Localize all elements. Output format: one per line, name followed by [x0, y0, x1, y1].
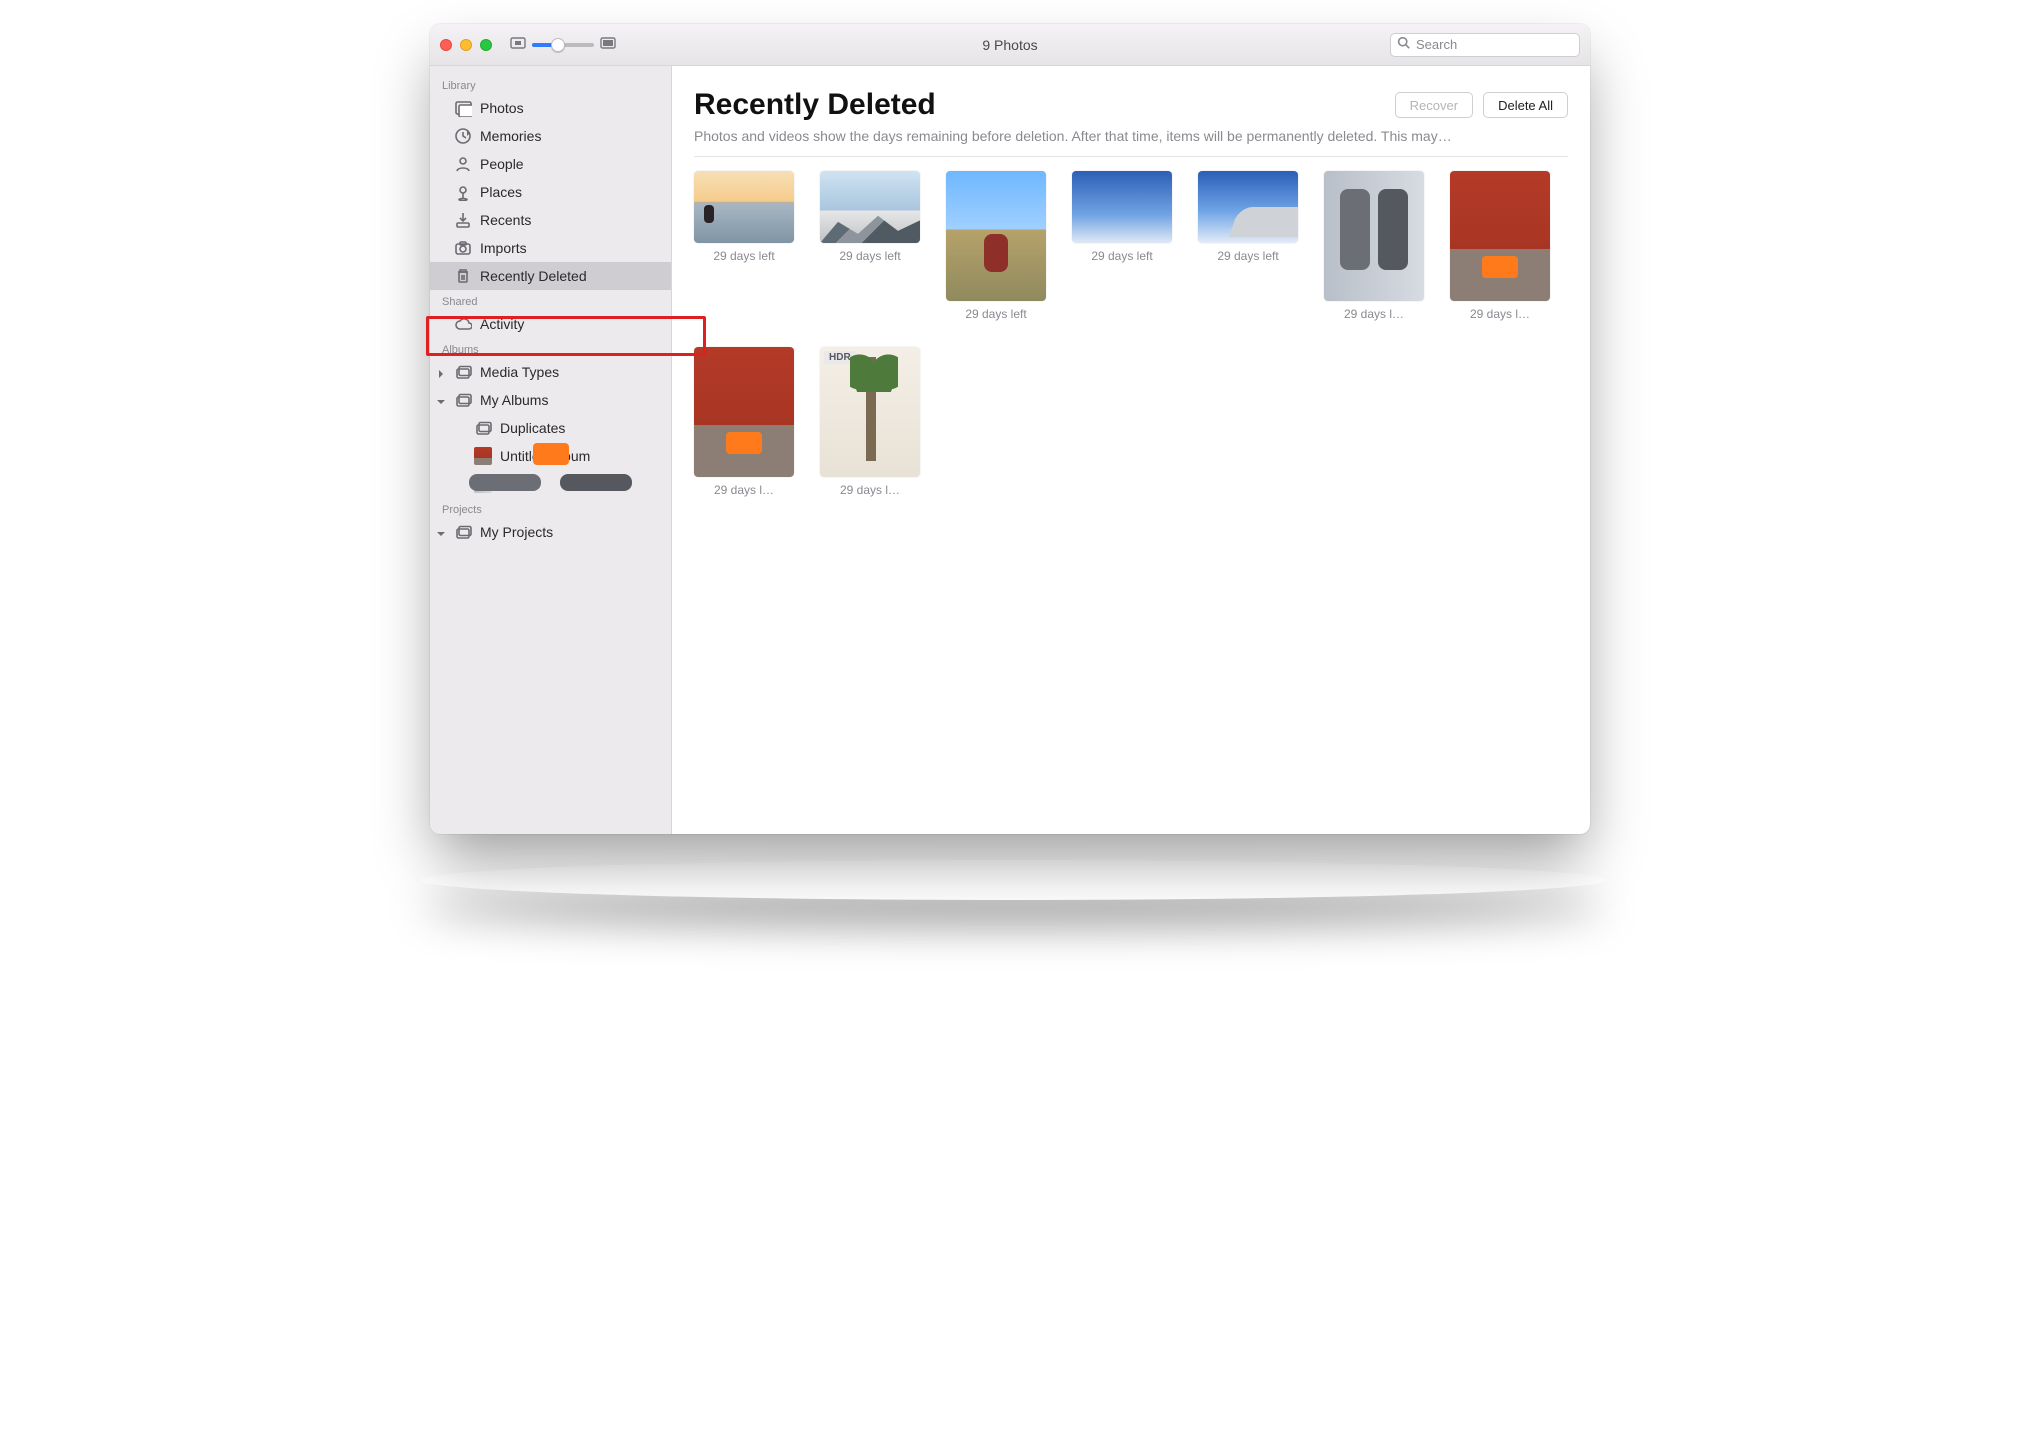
close-window-button[interactable]: [440, 39, 452, 51]
photo-thumbnail[interactable]: [1324, 171, 1424, 301]
zoom-out-icon: [510, 36, 526, 54]
photo-cell[interactable]: 29 days left: [1072, 171, 1172, 321]
sidebar-item-label: My Projects: [480, 524, 553, 540]
sidebar-section-label: Library: [430, 74, 671, 94]
photo-thumbnail[interactable]: [1198, 171, 1298, 243]
delete-all-button[interactable]: Delete All: [1483, 92, 1568, 118]
photo-caption: 29 days left: [713, 249, 774, 263]
photo-cell[interactable]: 29 days l…: [694, 347, 794, 497]
clock-play-icon: [454, 127, 472, 145]
sidebar-item-duplicates[interactable]: Duplicates: [430, 414, 671, 442]
main-content: Recently Deleted Recover Delete All Phot…: [672, 66, 1590, 834]
photo-caption: 29 days l…: [1470, 307, 1530, 321]
page-subtext: Photos and videos show the days remainin…: [694, 128, 1568, 144]
window-controls: [440, 39, 492, 51]
sidebar-section-label: Albums: [430, 338, 671, 358]
fullscreen-window-button[interactable]: [480, 39, 492, 51]
photo-cell[interactable]: 29 days left: [946, 171, 1046, 321]
stack-icon: [454, 391, 472, 409]
camera-icon: [454, 239, 472, 257]
sidebar-item-untitled-album[interactable]: Untitled Album: [430, 442, 671, 470]
app-window: 9 Photos Library Photos Memories People Plac…: [430, 24, 1590, 834]
sidebar-item-recently-deleted[interactable]: Recently Deleted: [430, 262, 671, 290]
sidebar-item-label: My Albums: [480, 392, 548, 408]
photo-cell[interactable]: 29 days left: [694, 171, 794, 321]
sidebar-item-memories[interactable]: Memories: [430, 122, 671, 150]
photo-cell[interactable]: 29 days l…: [1450, 171, 1550, 321]
toolbar: 9 Photos: [430, 24, 1590, 66]
photo-thumbnail[interactable]: HDR: [820, 347, 920, 477]
recover-button[interactable]: Recover: [1395, 92, 1473, 118]
divider: [694, 156, 1568, 157]
chevron-down-icon[interactable]: [436, 526, 448, 538]
photo-caption: 29 days l…: [714, 483, 774, 497]
sidebar: Library Photos Memories People Places Recents…: [430, 66, 672, 834]
chevron-right-icon[interactable]: [436, 366, 448, 378]
sidebar-item-my-albums[interactable]: My Albums: [430, 386, 671, 414]
photo-thumbnail[interactable]: [1450, 171, 1550, 301]
chevron-down-icon[interactable]: [436, 394, 448, 406]
thumb: [474, 447, 492, 465]
stack-icon: [474, 419, 492, 437]
sidebar-item-media-types[interactable]: Media Types: [430, 358, 671, 386]
photo-cell[interactable]: 29 days left: [820, 171, 920, 321]
photo-cell[interactable]: HDR 29 days l…: [820, 347, 920, 497]
photo-cell[interactable]: 29 days left: [1198, 171, 1298, 321]
photo-thumbnail[interactable]: [694, 171, 794, 243]
photo-caption: 29 days left: [965, 307, 1026, 321]
hdr-badge: HDR: [824, 351, 856, 364]
photo-thumbnail[interactable]: [694, 347, 794, 477]
photo-thumbnail[interactable]: [820, 171, 920, 243]
photo-grid: 29 days left 29 days left 29 days left 29 d…: [694, 171, 1568, 497]
sidebar-item-recents[interactable]: Recents: [430, 206, 671, 234]
stack-icon: [454, 523, 472, 541]
person-icon: [454, 155, 472, 173]
sidebar-item-imports[interactable]: Imports: [430, 234, 671, 262]
sidebar-item-label: Duplicates: [500, 420, 565, 436]
photo-thumbnail[interactable]: [946, 171, 1046, 301]
sidebar-item-label: People: [480, 156, 524, 172]
sidebar-item-label: Imports: [480, 240, 527, 256]
zoom-in-icon: [600, 36, 616, 54]
photo-caption: 29 days left: [1091, 249, 1152, 263]
sidebar-item-label: Memories: [480, 128, 541, 144]
photo-caption: 29 days l…: [1344, 307, 1404, 321]
thumbnail-zoom-control: [510, 36, 616, 54]
photo-caption: 29 days left: [839, 249, 900, 263]
pin-icon: [454, 183, 472, 201]
sidebar-section-label: Projects: [430, 498, 671, 518]
zoom-slider[interactable]: [532, 43, 594, 47]
stack-icon: [454, 363, 472, 381]
sidebar-item-we[interactable]: We: [430, 470, 671, 498]
sidebar-item-label: Recents: [480, 212, 531, 228]
sidebar-item-label: Activity: [480, 316, 524, 332]
sidebar-item-activity[interactable]: Activity: [430, 310, 671, 338]
photo-thumbnail[interactable]: [1072, 171, 1172, 243]
photo-caption: 29 days l…: [840, 483, 900, 497]
sidebar-item-label: Recently Deleted: [480, 268, 587, 284]
photo-caption: 29 days left: [1217, 249, 1278, 263]
trash-icon: [454, 267, 472, 285]
photos-icon: [454, 99, 472, 117]
search-input[interactable]: [1414, 36, 1590, 53]
sidebar-item-people[interactable]: People: [430, 150, 671, 178]
photo-cell[interactable]: 29 days l…: [1324, 171, 1424, 321]
sidebar-item-places[interactable]: Places: [430, 178, 671, 206]
download-icon: [454, 211, 472, 229]
minimize-window-button[interactable]: [460, 39, 472, 51]
sidebar-item-photos[interactable]: Photos: [430, 94, 671, 122]
search-field[interactable]: [1390, 33, 1580, 57]
page-title: Recently Deleted: [694, 88, 1385, 122]
cloud-icon: [454, 315, 472, 333]
sidebar-item-label: Media Types: [480, 364, 559, 380]
search-icon: [1397, 36, 1414, 54]
sidebar-section-label: Shared: [430, 290, 671, 310]
sidebar-item-my-projects[interactable]: My Projects: [430, 518, 671, 546]
sidebar-item-label: Photos: [480, 100, 524, 116]
thumb: [474, 475, 492, 493]
sidebar-item-label: Places: [480, 184, 522, 200]
